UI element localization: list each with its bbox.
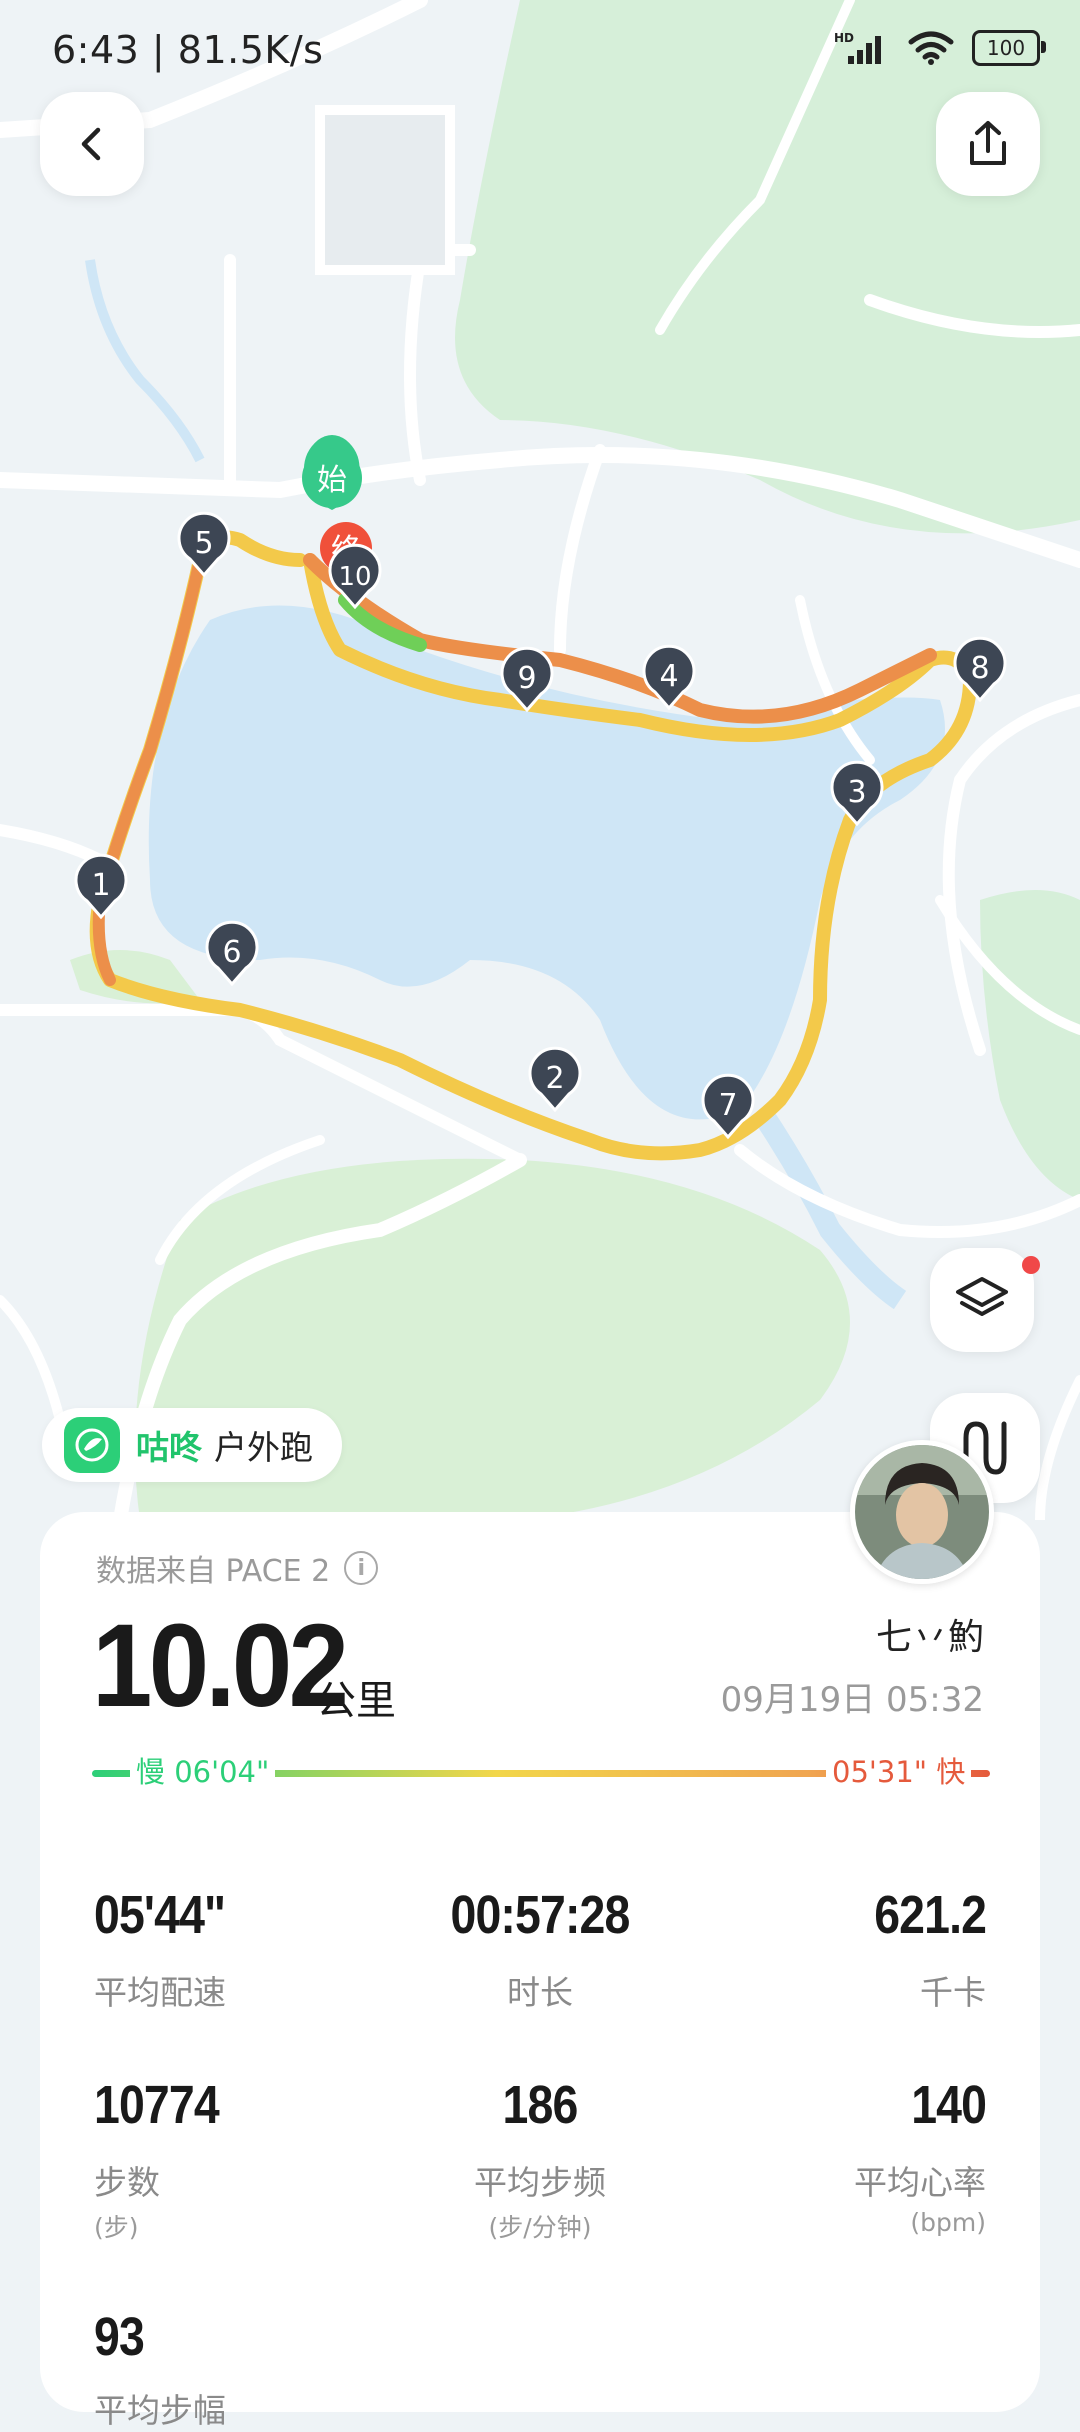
status-icons: HD 100: [834, 30, 1046, 66]
km-marker-label: 5: [194, 526, 213, 561]
steps-value: 10774: [94, 2075, 220, 2135]
heart-rate-label: 平均心率: [854, 2163, 986, 2202]
pace-fast-label: 05'31" 快: [826, 1749, 972, 1791]
steps-unit: (步): [94, 2213, 139, 2242]
data-source: 数据来自 PACE 2 i: [96, 1546, 379, 1590]
run-datetime: 09月19日 05:32: [720, 1680, 984, 1720]
svg-text:始: 始: [317, 463, 347, 498]
chevron-left-icon: [81, 127, 101, 161]
avg-pace-value: 05'44": [94, 1885, 226, 1945]
svg-text:HD: HD: [834, 31, 854, 45]
battery-icon: 100: [972, 30, 1046, 66]
map-layers-button[interactable]: [930, 1248, 1034, 1352]
km-marker-label: 9: [517, 661, 536, 696]
share-button[interactable]: [936, 92, 1040, 196]
username[interactable]: 七丷魡: [876, 1608, 984, 1660]
pace-slow-label: 慢 06'04": [130, 1749, 276, 1791]
back-button[interactable]: [40, 92, 144, 196]
km-marker-label: 1: [91, 868, 110, 903]
layers-icon: [956, 1277, 1008, 1316]
brand-name: 咕咚: [136, 1428, 202, 1467]
cadence-unit: (步/分钟): [488, 2213, 592, 2242]
distance-value: 10.02: [92, 1600, 349, 1732]
km-marker-label: 3: [847, 775, 866, 810]
distance-unit: 公里: [316, 1678, 396, 1724]
cadence-value: 186: [502, 2075, 579, 2135]
brand-pill: 咕咚 户外跑: [42, 1408, 342, 1482]
avg-pace-label: 平均配速: [94, 1973, 226, 2012]
heart-rate-unit: (bpm): [910, 2208, 986, 2237]
km-marker-label: 4: [659, 659, 678, 694]
km-marker-label: 8: [970, 651, 989, 686]
heart-rate-value: 140: [911, 2075, 987, 2135]
data-source-text: 数据来自 PACE 2: [96, 1554, 331, 1589]
steps-label: 步数: [94, 2163, 160, 2202]
stride-value: 93: [94, 2307, 145, 2367]
avatar-image: [855, 1445, 989, 1579]
km-marker-label: 6: [222, 935, 241, 970]
km-marker-label: 7: [718, 1088, 737, 1123]
cadence-label: 平均步频: [474, 2163, 606, 2202]
km-marker-label: 10: [338, 562, 371, 592]
route-map[interactable]: 终 始 12345678910: [0, 0, 1080, 1520]
activity-type: 户外跑: [214, 1428, 313, 1467]
signal-icon: HD: [834, 31, 881, 64]
wifi-icon: [908, 31, 954, 65]
duration-label: 时长: [507, 1973, 573, 2012]
notification-dot: [1022, 1256, 1040, 1274]
battery-level: 100: [986, 36, 1026, 60]
km-marker-label: 2: [545, 1061, 564, 1096]
avatar[interactable]: [850, 1440, 994, 1584]
duration-value: 00:57:28: [450, 1885, 630, 1945]
status-bar: 6:43 | 81.5K/s HD 100: [0, 0, 1080, 110]
codoon-logo-icon: [64, 1417, 120, 1473]
stride-label: 平均步幅: [94, 2391, 226, 2430]
calories-value: 621.2: [874, 1885, 987, 1945]
info-icon[interactable]: i: [344, 1551, 379, 1585]
share-icon: [970, 121, 1006, 165]
calories-label: 千卡: [920, 1973, 986, 2012]
status-time: 6:43 | 81.5K/s: [52, 28, 324, 72]
